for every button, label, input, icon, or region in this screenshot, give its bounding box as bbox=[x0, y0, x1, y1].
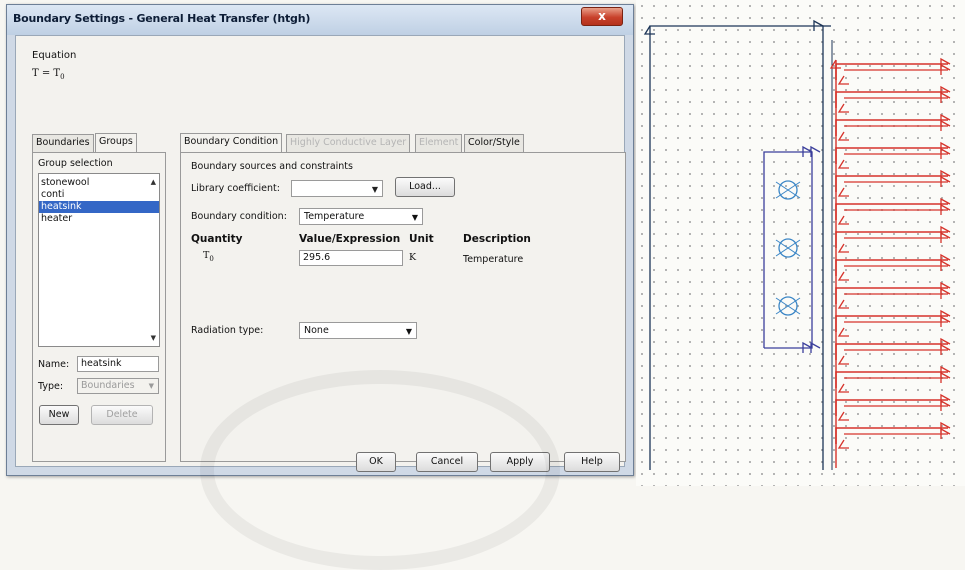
equation-label: Equation bbox=[32, 50, 77, 61]
dialog-title: Boundary Settings - General Heat Transfe… bbox=[13, 12, 311, 25]
arrow-head-icon bbox=[837, 271, 849, 281]
dialog-titlebar: Boundary Settings - General Heat Transfe… bbox=[7, 5, 633, 35]
arrow-head-icon bbox=[837, 355, 849, 365]
heat-flow-arrow bbox=[835, 91, 948, 108]
arrow-head-icon bbox=[837, 439, 849, 449]
chevron-down-icon: ▼ bbox=[405, 327, 412, 336]
unit-header: Unit bbox=[409, 233, 434, 245]
unit-cell: K bbox=[409, 252, 417, 263]
radiation-type-label: Radiation type: bbox=[191, 325, 264, 336]
arrow-head-icon bbox=[837, 243, 849, 253]
arrow-head-icon bbox=[837, 187, 849, 197]
scroll-down-icon[interactable]: ▼ bbox=[151, 334, 156, 342]
heat-flow-arrow bbox=[835, 203, 948, 220]
tab-element: Element bbox=[415, 134, 463, 152]
heat-flow-arrow bbox=[835, 119, 948, 136]
quantity-cell: T0 bbox=[203, 250, 214, 263]
name-label: Name: bbox=[38, 359, 70, 370]
heat-flow-arrow bbox=[835, 63, 948, 80]
list-item-selected[interactable]: heatsink bbox=[39, 201, 159, 213]
heat-flow-arrow bbox=[835, 427, 948, 444]
arrow-head-icon bbox=[837, 159, 849, 169]
type-label: Type: bbox=[38, 381, 64, 392]
type-select: Boundaries ▼ bbox=[77, 378, 159, 394]
delete-group-button: Delete bbox=[91, 405, 153, 425]
arrow-head-icon bbox=[837, 103, 849, 113]
arrow-head-icon bbox=[837, 75, 849, 85]
chevron-down-icon: ▼ bbox=[371, 185, 378, 194]
tab-groups[interactable]: Groups bbox=[95, 133, 137, 152]
heat-flow-arrow bbox=[835, 231, 948, 248]
description-header: Description bbox=[463, 233, 531, 245]
heat-flow-arrow bbox=[835, 175, 948, 192]
scroll-up-icon[interactable]: ▲ bbox=[151, 178, 156, 186]
arrow-head-icon bbox=[837, 327, 849, 337]
new-group-button[interactable]: New bbox=[39, 405, 79, 425]
arrow-head-icon bbox=[837, 131, 849, 141]
chevron-down-icon: ▼ bbox=[148, 382, 154, 390]
heat-flow-arrow bbox=[835, 315, 948, 332]
boundary-settings-dialog: Boundary Settings - General Heat Transfe… bbox=[6, 4, 634, 476]
close-icon: x bbox=[598, 9, 606, 23]
boundary-diagram bbox=[636, 0, 965, 486]
tab-boundary-condition[interactable]: Boundary Condition bbox=[180, 133, 283, 152]
radiation-type-select[interactable]: None ▼ bbox=[299, 322, 417, 339]
apply-button[interactable]: Apply bbox=[490, 452, 550, 472]
quantity-header: Quantity bbox=[191, 233, 243, 245]
equation-formula: T = T0 bbox=[32, 68, 65, 81]
heat-flow-arrow bbox=[835, 371, 948, 388]
diagram-svg bbox=[643, 19, 951, 470]
heat-flow-arrow bbox=[835, 343, 948, 360]
heat-flow-arrow bbox=[835, 399, 948, 416]
list-item[interactable]: conti bbox=[39, 189, 159, 201]
help-button[interactable]: Help bbox=[564, 452, 620, 472]
boundary-condition-select[interactable]: Temperature ▼ bbox=[299, 208, 423, 225]
description-cell: Temperature bbox=[463, 254, 524, 265]
close-button[interactable]: x bbox=[581, 7, 623, 26]
group-list[interactable]: stonewool conti heatsink heater ▲ ▼ bbox=[38, 173, 160, 347]
tab-boundaries[interactable]: Boundaries bbox=[32, 134, 94, 152]
boundary-condition-panel: Boundary sources and constraints Library… bbox=[180, 152, 626, 462]
arrow-head-icon bbox=[837, 411, 849, 421]
chevron-down-icon: ▼ bbox=[411, 213, 418, 222]
section-title: Boundary sources and constraints bbox=[191, 161, 353, 172]
boundary-condition-label: Boundary condition: bbox=[191, 211, 287, 222]
cancel-button[interactable]: Cancel bbox=[416, 452, 478, 472]
arrow-head-icon bbox=[837, 215, 849, 225]
value-header: Value/Expression bbox=[299, 233, 401, 245]
temperature-value-input[interactable]: 295.6 bbox=[299, 250, 403, 266]
heat-flow-arrow bbox=[835, 287, 948, 304]
group-selection-label: Group selection bbox=[38, 158, 113, 169]
load-button[interactable]: Load... bbox=[395, 177, 455, 197]
arrow-head-icon bbox=[837, 383, 849, 393]
library-coefficient-label: Library coefficient: bbox=[191, 183, 280, 194]
heat-flow-arrow bbox=[835, 147, 948, 164]
name-field[interactable]: heatsink bbox=[77, 356, 159, 372]
list-item[interactable]: stonewool bbox=[39, 177, 159, 189]
arrow-head-icon bbox=[837, 299, 849, 309]
groups-panel: Group selection stonewool conti heatsink… bbox=[32, 152, 166, 462]
library-coefficient-select: ▼ bbox=[291, 180, 383, 197]
tab-color-style[interactable]: Color/Style bbox=[464, 134, 524, 152]
list-item[interactable]: heater bbox=[39, 213, 159, 225]
heat-flow-arrow bbox=[835, 259, 948, 276]
tab-highly-conductive-layer: Highly Conductive Layer bbox=[286, 134, 411, 152]
dialog-client: Equation T = T0 Boundaries Groups Group … bbox=[15, 35, 626, 472]
ok-button[interactable]: OK bbox=[356, 452, 396, 472]
